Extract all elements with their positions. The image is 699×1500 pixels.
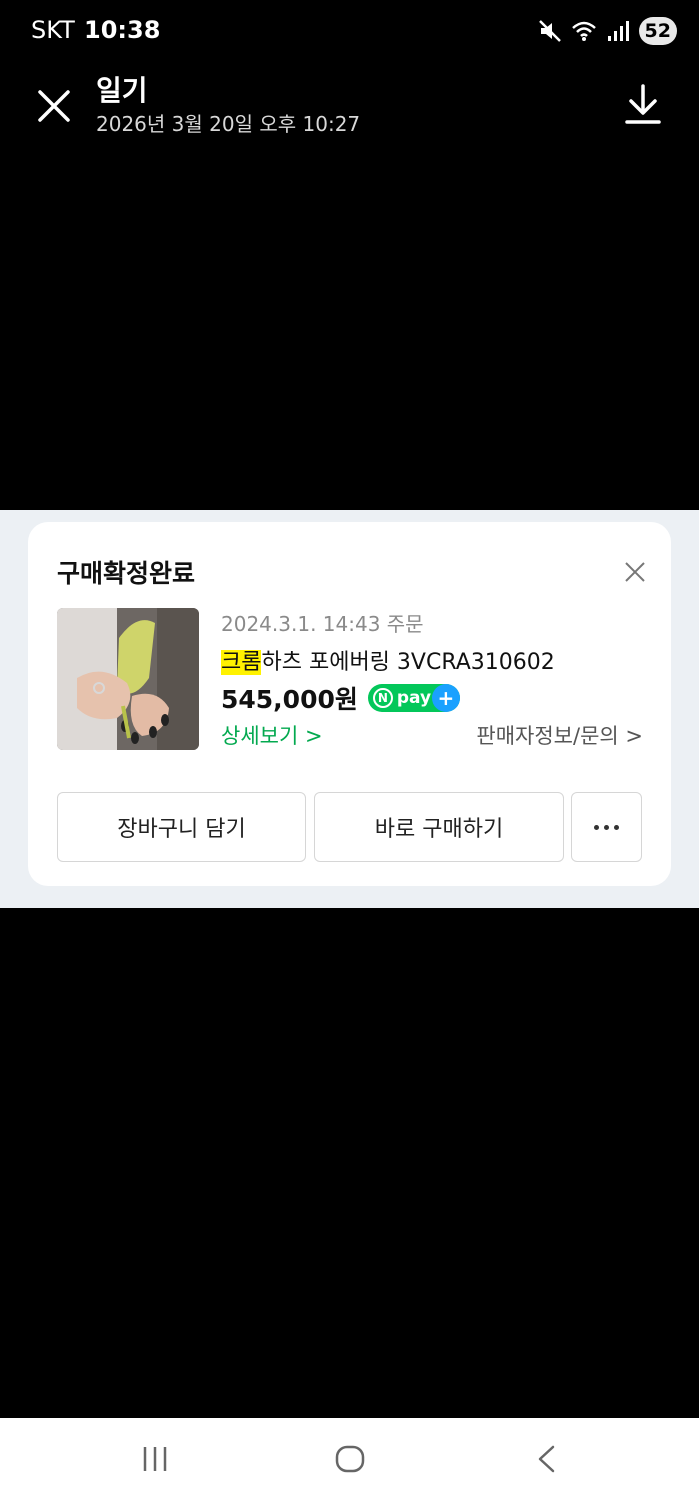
product-name: 크롬하츠 포에버링 3VCRA310602 xyxy=(221,644,555,676)
signal-icon xyxy=(607,21,629,41)
order-card: 구매확정완료 2024.3.1. 14:43 주문 크롬하츠 포에버링 3VCR… xyxy=(28,522,671,886)
mute-icon xyxy=(538,20,561,42)
plus-icon: + xyxy=(431,684,460,712)
page-title: 일기 xyxy=(96,74,148,107)
back-icon[interactable] xyxy=(534,1444,558,1474)
home-icon[interactable] xyxy=(334,1444,366,1474)
close-icon[interactable] xyxy=(32,84,76,128)
title-block: 일기 2026년 3월 20일 오후 10:27 xyxy=(96,74,360,138)
navigation-bar xyxy=(0,1418,699,1500)
card-title: 구매확정완료 xyxy=(57,559,196,588)
product-name-highlight: 크롬 xyxy=(221,650,262,675)
price-row: 545,000원 N pay + xyxy=(221,680,460,716)
order-date: 2024.3.1. 14:43 주문 xyxy=(221,612,424,636)
seller-info-link: 판매자정보/문의 > xyxy=(476,724,643,748)
buy-now-button: 바로 구매하기 xyxy=(314,792,564,862)
product-thumbnail xyxy=(57,608,199,750)
more-options-button xyxy=(571,792,642,862)
npay-badge: N pay + xyxy=(367,684,460,712)
npay-label: pay xyxy=(396,688,432,708)
recent-apps-icon[interactable] xyxy=(140,1444,170,1474)
page-subtitle: 2026년 3월 20일 오후 10:27 xyxy=(96,112,361,136)
npay-n-icon: N xyxy=(372,688,393,708)
close-icon xyxy=(625,562,645,582)
status-icons: 52 xyxy=(537,17,677,45)
wifi-icon xyxy=(571,21,596,41)
battery-indicator: 52 xyxy=(638,17,677,45)
product-name-rest: 하츠 포에버링 3VCRA310602 xyxy=(261,650,555,675)
viewer-header: 일기 2026년 3월 20일 오후 10:27 xyxy=(0,62,699,148)
price: 545,000원 xyxy=(221,685,358,714)
carrier-label: SKT xyxy=(31,16,75,44)
status-bar: SKT 10:38 52 xyxy=(0,0,699,62)
download-icon[interactable] xyxy=(623,82,663,126)
displayed-image[interactable]: 구매확정완료 2024.3.1. 14:43 주문 크롬하츠 포에버링 3VCR… xyxy=(0,510,699,908)
more-icon xyxy=(594,824,619,830)
status-time: 10:38 xyxy=(84,16,161,44)
add-to-cart-button: 장바구니 담기 xyxy=(57,792,306,862)
detail-link: 상세보기 > xyxy=(221,724,323,748)
